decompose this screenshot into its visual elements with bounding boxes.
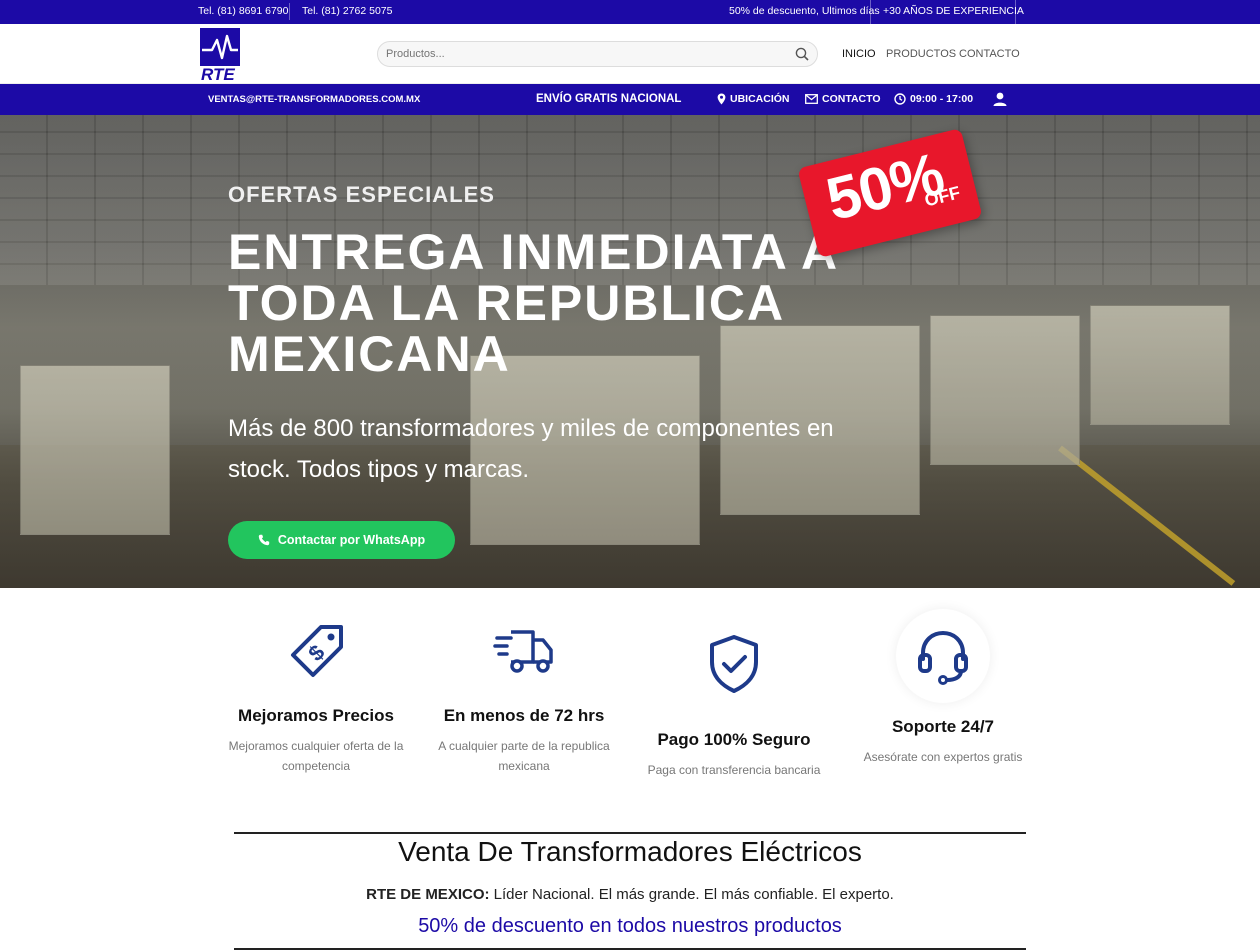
promo-text: 50% de descuento, Ultimos días (729, 5, 880, 17)
free-shipping-text: ENVÍO GRATIS NACIONAL (536, 93, 682, 105)
section-promo: 50% de descuento en todos nuestros produ… (418, 915, 842, 937)
feature-title: Mejoramos Precios (238, 706, 394, 725)
search-box (377, 41, 818, 67)
info-bar: VENTAS@RTE-TRANSFORMADORES.COM.MX ENVÍO … (0, 84, 1260, 115)
phone-link-2[interactable]: Tel. (81) 2762 5075 (302, 5, 392, 17)
divider (870, 0, 871, 24)
feature-text: Asesórate con expertos gratis (863, 750, 1023, 764)
phone-icon (258, 534, 270, 546)
delivery-truck-icon (484, 612, 564, 692)
envelope-icon (805, 94, 818, 104)
phone-link-1[interactable]: Tel. (81) 8691 6790 (198, 5, 288, 17)
section-tagline: RTE DE MEXICO: Líder Nacional. El más gr… (234, 886, 1026, 903)
hours-label: 09:00 - 17:00 (910, 93, 974, 105)
feature-title: En menos de 72 hrs (443, 706, 605, 725)
search-icon[interactable] (795, 47, 809, 61)
contact-link[interactable]: CONTACTO (805, 93, 881, 105)
section-title: Venta De Transformadores Eléctricos (398, 836, 862, 867)
feature-text: A cualquier parte de la republica mexica… (438, 739, 610, 773)
contact-label: CONTACTO (822, 93, 881, 105)
feature-delivery: En menos de 72 hrs A cualquier parte de … (424, 612, 624, 776)
transformer-shape (20, 365, 170, 535)
location-pin-icon (717, 93, 726, 105)
nav-inicio[interactable]: INICIO (842, 48, 876, 60)
company-name: RTE DE MEXICO: (366, 886, 490, 903)
feature-title: Pago 100% Seguro (657, 730, 811, 749)
hours-info: 09:00 - 17:00 (894, 93, 973, 105)
location-link[interactable]: UBICACIÓN (717, 93, 790, 105)
divider (234, 832, 1026, 834)
feature-prices: $ Mejoramos Precios Mejoramos cualquier … (216, 612, 416, 776)
shield-check-icon (694, 624, 774, 704)
headset-icon (896, 609, 990, 703)
hero-banner: OFERTAS ESPECIALES ENTREGA INMEDIATA A T… (0, 115, 1260, 588)
whatsapp-label: Contactar por WhatsApp (277, 533, 426, 547)
location-label: UBICACIÓN (730, 93, 790, 105)
transformer-shape (930, 315, 1080, 465)
clock-icon (894, 93, 906, 105)
hero-title: ENTREGA INMEDIATA A TODA LA REPUBLICA ME… (228, 224, 838, 382)
transformer-shape (1090, 305, 1230, 425)
feature-title: Soporte 24/7 (891, 717, 995, 736)
hero-description: Más de 800 transformadores y miles de co… (228, 415, 834, 483)
feature-text: Mejoramos cualquier oferta de la compete… (228, 739, 404, 773)
hero-subtitle: OFERTAS ESPECIALES (228, 182, 495, 207)
price-tag-icon: $ (276, 612, 356, 692)
email-link[interactable]: VENTAS@RTE-TRANSFORMADORES.COM.MX (208, 94, 420, 105)
logo-text: RTE (201, 65, 235, 84)
logo[interactable]: RTE (200, 28, 240, 84)
header: RTE INICIO PRODUCTOS CONTACTO (0, 24, 1260, 84)
top-bar: Tel. (81) 8691 6790 Tel. (81) 2762 5075 … (0, 0, 1260, 24)
feature-secure-payment: Pago 100% Seguro Paga con transferencia … (634, 612, 834, 780)
divider (1015, 0, 1016, 24)
divider (234, 948, 1026, 950)
experience-text: +30 AÑOS DE EXPERIENCIA (883, 5, 1024, 17)
user-account-icon[interactable] (992, 91, 1008, 107)
tagline-text: Líder Nacional. El más grande. El más co… (489, 886, 894, 903)
nav-productos[interactable]: PRODUCTOS (886, 48, 956, 60)
nav-contacto[interactable]: CONTACTO (959, 48, 1020, 60)
feature-text: Paga con transferencia bancaria (647, 763, 821, 777)
search-input[interactable] (386, 45, 786, 63)
whatsapp-button[interactable]: Contactar por WhatsApp (228, 521, 455, 559)
logo-mark-icon (200, 28, 240, 66)
feature-support: Soporte 24/7 Asesórate con expertos grat… (843, 609, 1043, 767)
divider (289, 3, 290, 20)
